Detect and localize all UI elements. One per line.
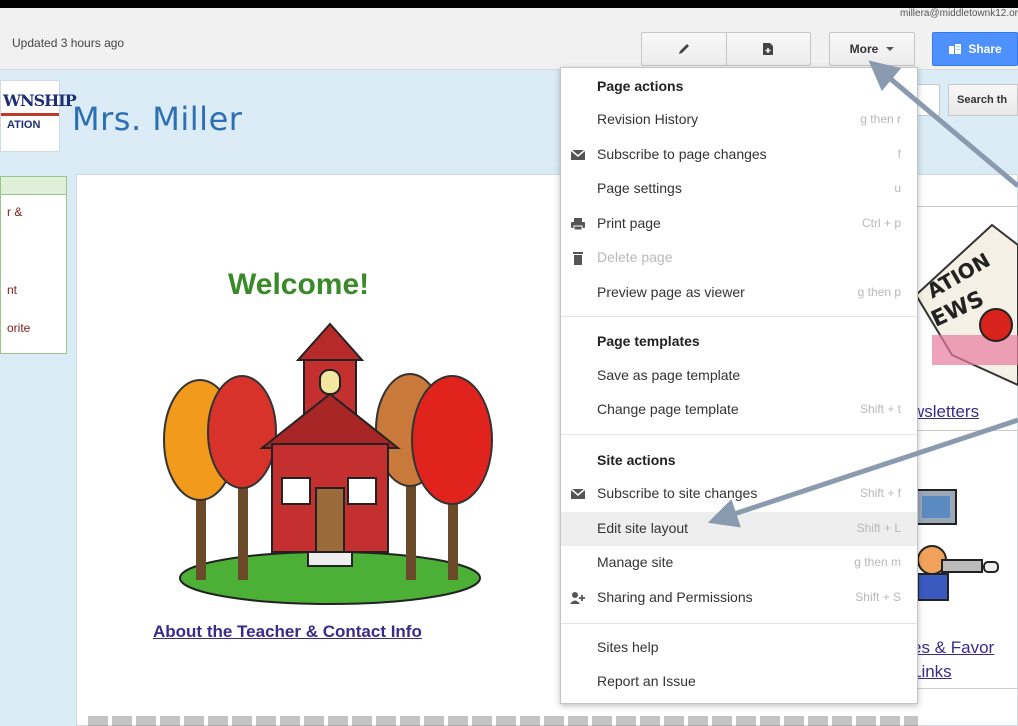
logo-text-bottom: ATION bbox=[7, 119, 41, 131]
logo-stripe bbox=[1, 113, 59, 116]
menu-item-shortcut: g then m bbox=[854, 555, 901, 569]
share-button[interactable]: Share bbox=[932, 32, 1018, 66]
chevron-down-icon bbox=[886, 47, 895, 51]
last-updated-text: Updated 3 hours ago bbox=[12, 36, 125, 50]
sidebar-item-favorites[interactable]: orite bbox=[7, 321, 30, 335]
menu-item-subscribe-page-changes[interactable]: Subscribe to page changes f bbox=[561, 138, 917, 172]
page-actions-heading: Page actions bbox=[597, 78, 684, 94]
menu-item-revision-history[interactable]: Revision History g then r bbox=[561, 103, 917, 137]
printer-icon bbox=[571, 218, 585, 231]
menu-item-delete-page[interactable]: Delete page bbox=[561, 241, 917, 275]
site-actions-heading: Site actions bbox=[597, 452, 676, 468]
menu-item-label: Sharing and Permissions bbox=[597, 589, 753, 605]
menu-item-shortcut: Shift + f bbox=[859, 486, 901, 500]
menu-item-sites-help[interactable]: Sites help bbox=[561, 631, 917, 665]
sidebar-item-about[interactable]: r & bbox=[7, 205, 22, 219]
menu-item-label: Change page template bbox=[597, 401, 739, 417]
menu-item-shortcut: u bbox=[894, 181, 901, 195]
menu-item-label: Edit site layout bbox=[597, 520, 689, 536]
schoolhouse-image bbox=[163, 322, 493, 605]
menu-item-label: Manage site bbox=[597, 554, 674, 570]
trash-icon bbox=[573, 252, 583, 265]
menu-item-label: Print page bbox=[597, 215, 661, 231]
menu-item-shortcut: Shift + S bbox=[855, 590, 901, 604]
site-title[interactable]: Mrs. Miller bbox=[72, 100, 242, 138]
footer-text bbox=[88, 716, 918, 726]
menu-item-label: Subscribe to site changes bbox=[597, 485, 758, 501]
menu-item-report-issue[interactable]: Report an Issue bbox=[561, 665, 917, 699]
menu-item-subscribe-site-changes[interactable]: Subscribe to site changes Shift + f bbox=[561, 477, 917, 511]
new-page-icon bbox=[763, 43, 774, 55]
sidebar-header bbox=[1, 177, 66, 195]
menu-item-shortcut: g then r bbox=[860, 112, 901, 126]
menu-separator bbox=[561, 316, 917, 317]
menu-item-shortcut: Ctrl + p bbox=[861, 216, 901, 230]
about-teacher-link[interactable]: About the Teacher & Contact Info bbox=[153, 622, 422, 642]
menu-item-label: Page settings bbox=[597, 180, 682, 196]
more-button[interactable]: More bbox=[829, 32, 915, 66]
computer-kid-image bbox=[915, 489, 999, 601]
sidebar-item-2[interactable]: nt bbox=[7, 283, 17, 297]
menu-item-label: Delete page bbox=[597, 249, 673, 265]
menu-item-label: Sites help bbox=[597, 639, 659, 655]
sites-toolbar: millera@middletownk12.or Updated 3 hours… bbox=[0, 8, 1018, 70]
websites-favorites-link[interactable]: es & Favor bbox=[912, 638, 994, 658]
more-dropdown-menu: Page actions Revision History g then r S… bbox=[560, 67, 918, 704]
site-logo[interactable]: WNSHIP ATION bbox=[0, 80, 77, 152]
menu-separator bbox=[561, 434, 917, 435]
edit-page-button[interactable] bbox=[642, 33, 726, 65]
menu-item-page-settings[interactable]: Page settings u bbox=[561, 172, 917, 206]
divider bbox=[912, 430, 1018, 431]
welcome-heading: Welcome! bbox=[228, 268, 370, 301]
menu-separator bbox=[561, 623, 917, 624]
menu-item-save-page-template[interactable]: Save as page template bbox=[561, 359, 917, 393]
newsletter-image: ATION EWS bbox=[914, 223, 1018, 387]
top-strip bbox=[0, 0, 1018, 8]
pencil-icon bbox=[678, 44, 689, 54]
more-button-label: More bbox=[849, 42, 879, 56]
page-templates-heading: Page templates bbox=[597, 333, 700, 349]
menu-item-edit-site-layout[interactable]: Edit site layout Shift + L bbox=[561, 512, 917, 546]
new-page-button[interactable] bbox=[725, 33, 811, 65]
menu-item-label: Report an Issue bbox=[597, 673, 696, 689]
menu-item-preview-as-viewer[interactable]: Preview page as viewer g then p bbox=[561, 276, 917, 310]
logo-text-top: WNSHIP bbox=[3, 91, 77, 110]
menu-item-shortcut: f bbox=[897, 147, 901, 161]
share-button-label: Share bbox=[968, 42, 1002, 56]
menu-item-label: Save as page template bbox=[597, 367, 741, 383]
add-person-icon bbox=[570, 592, 585, 604]
edit-button-group bbox=[641, 32, 811, 66]
envelope-icon bbox=[570, 488, 586, 499]
menu-item-shortcut: g then p bbox=[857, 285, 901, 299]
sidebar-navigation: r & nt orite bbox=[0, 176, 67, 354]
search-button[interactable]: Search th bbox=[948, 84, 1018, 116]
user-email[interactable]: millera@middletownk12.or bbox=[900, 8, 1018, 19]
menu-item-shortcut: Shift + L bbox=[856, 521, 901, 535]
menu-item-change-page-template[interactable]: Change page template Shift + t bbox=[561, 393, 917, 427]
menu-item-sharing-permissions[interactable]: Sharing and Permissions Shift + S bbox=[561, 581, 917, 615]
divider bbox=[912, 688, 1018, 689]
divider bbox=[912, 206, 1018, 207]
menu-item-label: Preview page as viewer bbox=[597, 284, 745, 300]
menu-item-print-page[interactable]: Print page Ctrl + p bbox=[561, 207, 917, 241]
envelope-icon bbox=[570, 149, 586, 160]
menu-item-shortcut: Shift + t bbox=[859, 402, 901, 416]
newsletters-link[interactable]: wsletters bbox=[912, 402, 979, 422]
menu-item-label: Subscribe to page changes bbox=[597, 146, 767, 162]
menu-item-label: Revision History bbox=[597, 111, 699, 127]
menu-item-manage-site[interactable]: Manage site g then m bbox=[561, 546, 917, 580]
share-people-icon bbox=[949, 44, 962, 54]
